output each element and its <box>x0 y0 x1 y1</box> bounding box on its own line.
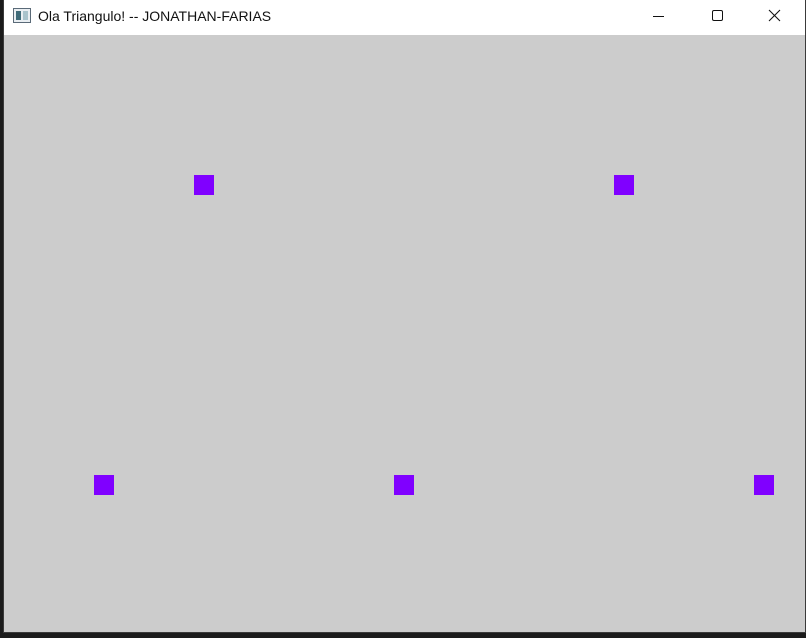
vertex-point <box>754 475 774 495</box>
render-canvas[interactable] <box>4 35 805 632</box>
minimize-icon <box>653 16 664 17</box>
vertex-point <box>394 475 414 495</box>
app-window-icon[interactable] <box>13 8 31 23</box>
maximize-icon <box>712 10 723 21</box>
vertex-point <box>614 175 634 195</box>
vertex-point <box>94 475 114 495</box>
app-window: Ola Triangulo! -- JONATHAN-FARIAS <box>4 0 805 632</box>
close-button[interactable] <box>745 0 803 34</box>
app-icon-pane-right <box>23 11 28 20</box>
title-bar[interactable]: Ola Triangulo! -- JONATHAN-FARIAS <box>4 0 805 34</box>
window-title: Ola Triangulo! -- JONATHAN-FARIAS <box>38 8 272 24</box>
vertex-point <box>194 175 214 195</box>
close-icon <box>768 9 781 22</box>
app-icon-pane-left <box>16 11 21 20</box>
maximize-button[interactable] <box>687 0 745 34</box>
minimize-button[interactable] <box>629 0 687 34</box>
